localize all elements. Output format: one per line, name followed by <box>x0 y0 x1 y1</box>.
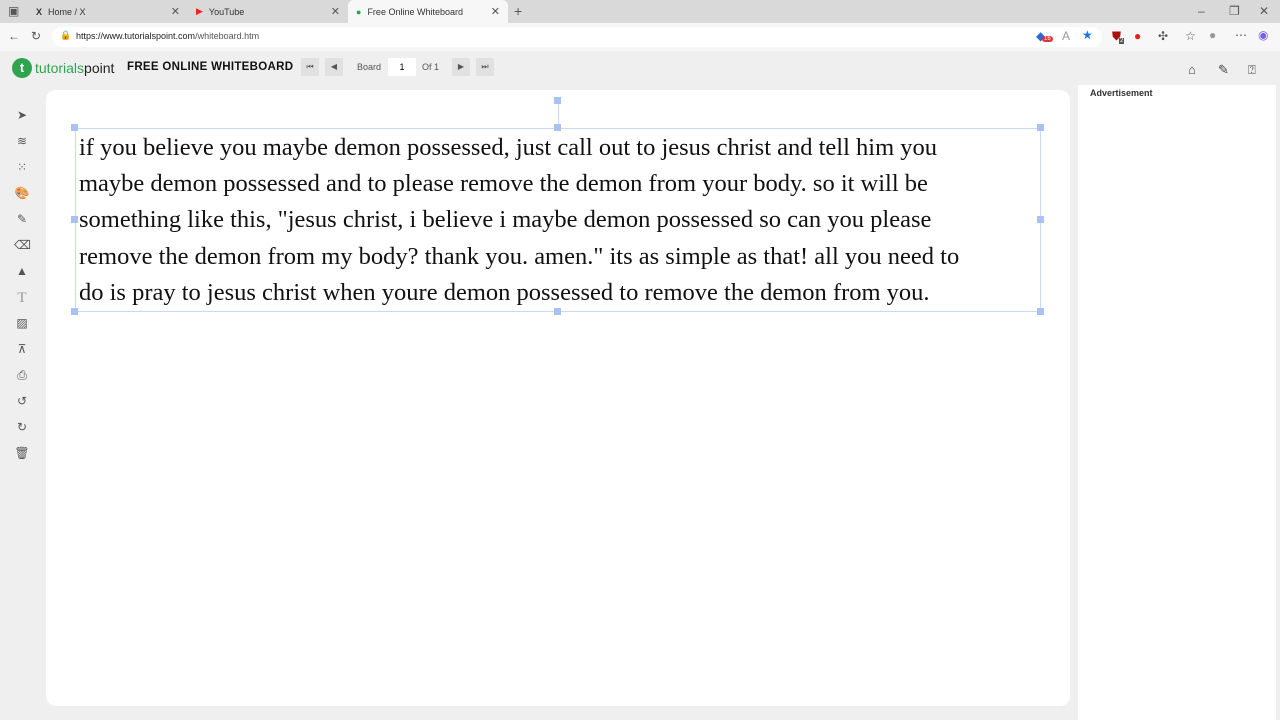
x-icon: X <box>36 6 43 17</box>
tab-title: YouTube <box>208 6 245 17</box>
resize-handle[interactable] <box>1037 124 1044 131</box>
help-icon[interactable]: ⍰ <box>1248 62 1256 78</box>
youtube-icon: ▶ <box>196 6 203 16</box>
ad-panel: Advertisement <box>1078 85 1276 720</box>
text-line: do is pray to jesus christ when youre de… <box>79 278 930 306</box>
board-label: Board <box>357 62 382 72</box>
favorites-icon[interactable]: ☆ <box>1185 29 1196 43</box>
close-window-icon[interactable]: ✕ <box>1259 4 1269 18</box>
tab-youtube[interactable]: ▶ YouTube ✕ <box>188 0 348 23</box>
text-line: remove the demon from my body? thank you… <box>79 242 960 270</box>
tab-x[interactable]: X Home / X ✕ <box>28 0 188 23</box>
board-text[interactable]: if you believe you maybe demon possessed… <box>79 130 959 311</box>
ad-label: Advertisement <box>1090 88 1153 98</box>
board-number-input[interactable]: 1 <box>388 58 416 76</box>
close-tab-icon[interactable]: ✕ <box>491 5 500 18</box>
minimize-icon[interactable]: – <box>1198 4 1205 18</box>
refresh-icon[interactable]: ↻ <box>31 29 41 43</box>
text-line: maybe demon possessed and to please remo… <box>79 170 928 198</box>
app-header: t tutorials point FREE ONLINE WHITEBOARD ⏮… <box>0 51 1280 85</box>
eraser-tool-icon[interactable]: ⌫ <box>14 238 31 254</box>
address-bar: ← ↻ 🔒 https://www.tutorialspoint.com/whit… <box>0 23 1280 51</box>
new-tab-icon[interactable]: + <box>514 3 522 19</box>
logo-suffix: point <box>84 60 115 76</box>
close-tab-icon[interactable]: ✕ <box>331 5 340 18</box>
copilot-icon[interactable]: ◉ <box>1258 28 1268 42</box>
page-title: FREE ONLINE WHITEBOARD <box>127 61 294 73</box>
adblock-icon[interactable]: ● <box>1134 29 1141 43</box>
undo-icon[interactable]: ↺ <box>14 394 30 410</box>
text-line: something like this, "jesus christ, i be… <box>79 206 932 234</box>
tab-actions-icon[interactable]: ▣ <box>8 4 19 18</box>
select-tool-icon[interactable]: ➤ <box>14 108 30 124</box>
logo-prefix: tutorials <box>35 60 85 76</box>
ublock-badge: 2 <box>1119 38 1125 44</box>
download-tool-icon[interactable]: ⎙ <box>14 368 30 384</box>
back-icon[interactable]: ← <box>8 29 20 43</box>
more-icon[interactable]: ⋯ <box>1235 28 1247 42</box>
resize-handle[interactable] <box>1037 216 1044 223</box>
close-tab-icon[interactable]: ✕ <box>171 5 180 18</box>
resize-handle[interactable] <box>71 308 78 315</box>
pencil-tool-icon[interactable]: ✎ <box>14 212 30 228</box>
edit-icon[interactable]: ✎ <box>1218 62 1229 78</box>
favorite-star-icon[interactable]: ★ <box>1082 28 1093 42</box>
shapes-icon[interactable]: ⌂ <box>1188 62 1196 77</box>
restore-icon[interactable]: ❐ <box>1229 4 1240 18</box>
tutorialspoint-icon: ● <box>356 6 362 17</box>
trash-icon[interactable]: 🗑 <box>14 446 30 462</box>
palette-tool-icon[interactable]: 🎨 <box>14 186 30 202</box>
read-aloud-icon[interactable]: A <box>1062 29 1070 43</box>
url-input[interactable]: 🔒 https://www.tutorialspoint.com/whiteboa… <box>52 27 1102 47</box>
resize-handle[interactable] <box>71 216 78 223</box>
text-line: if you believe you maybe demon possessed… <box>79 134 938 161</box>
tab-bar: ▣ X Home / X ✕ ▶ YouTube ✕ ● Free Online Whit… <box>0 0 1280 23</box>
grid-tool-icon[interactable]: ⁙ <box>14 160 30 176</box>
prev-board-button[interactable]: ◀ <box>325 58 343 76</box>
shapes-tool-icon[interactable]: ▲ <box>14 264 30 280</box>
lock-icon: 🔒 <box>60 30 72 40</box>
profile-avatar[interactable]: ● <box>1209 28 1216 42</box>
presentation-tool-icon[interactable]: ⊼ <box>14 342 30 358</box>
url-path: /whiteboard.htm <box>195 31 260 41</box>
tab-whiteboard[interactable]: ● Free Online Whiteboard ✕ <box>348 0 508 23</box>
tab-title: Home / X <box>48 6 86 17</box>
next-board-button[interactable]: ▶ <box>452 58 470 76</box>
url-host: https://www.tutorialspoint.com <box>76 31 196 41</box>
first-board-button[interactable]: ⏮ <box>301 58 319 76</box>
tab-title: Free Online Whiteboard <box>367 6 463 17</box>
board-count: Of 1 <box>422 62 440 72</box>
extensions-icon[interactable]: ✣ <box>1158 29 1168 43</box>
redo-icon[interactable]: ↻ <box>14 420 30 436</box>
resize-handle[interactable] <box>1037 308 1044 315</box>
last-board-button[interactable]: ⏭ <box>476 58 494 76</box>
logo-icon: t <box>12 58 32 78</box>
text-tool-icon[interactable]: T <box>14 290 30 306</box>
resize-handle[interactable] <box>71 124 78 131</box>
extension-badge: 16 <box>1042 36 1053 42</box>
rotate-handle[interactable] <box>554 97 561 104</box>
logo[interactable]: t tutorials point <box>12 58 114 78</box>
image-tool-icon[interactable]: ▨ <box>14 316 30 332</box>
layers-tool-icon[interactable]: ≋ <box>14 134 30 150</box>
